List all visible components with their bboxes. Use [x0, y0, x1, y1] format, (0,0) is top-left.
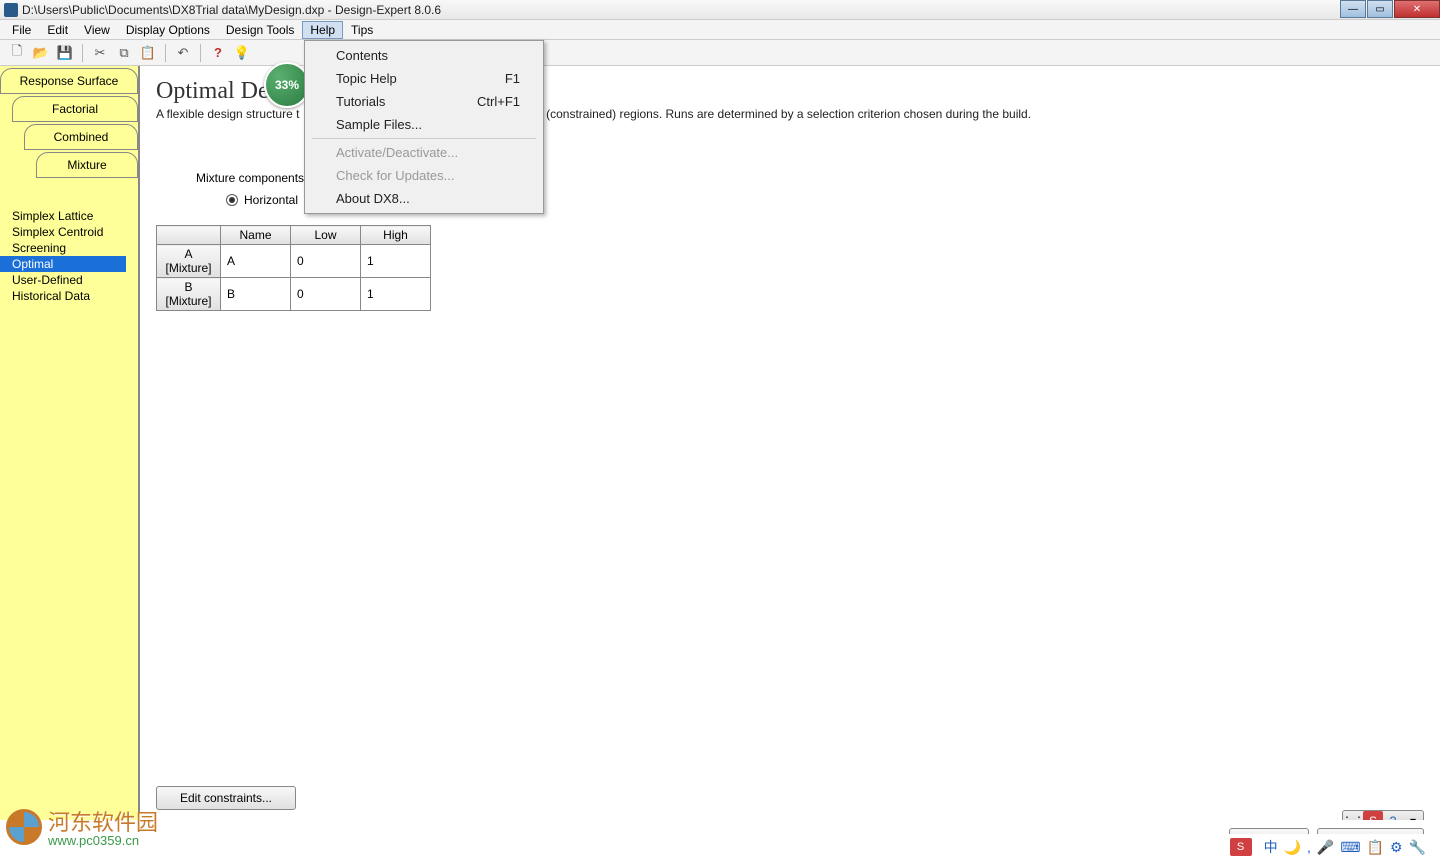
sidebar-tab-factorial[interactable]: Factorial [12, 96, 138, 122]
ime-indicator[interactable]: S [1230, 838, 1252, 856]
undo-icon[interactable]: ↶ [174, 44, 192, 62]
horizontal-radio[interactable] [226, 194, 238, 206]
cell-high[interactable]: 1 [361, 278, 431, 311]
menu-tips[interactable]: Tips [343, 21, 381, 39]
save-icon[interactable]: 💾 [56, 44, 74, 62]
design-type-optimal[interactable]: Optimal [0, 256, 126, 272]
menu-view[interactable]: View [76, 21, 118, 39]
table-header: Low [291, 226, 361, 245]
horizontal-label: Horizontal [244, 193, 298, 207]
content-area: Response SurfaceFactorialCombinedMixture… [0, 66, 1440, 820]
ime-bar: S 中 🌙, 🎤 ⌨ 📋 ⚙ 🔧 [1222, 834, 1440, 860]
help-menu-check-for-updates-: Check for Updates... [308, 164, 540, 187]
cell-name[interactable]: A [221, 245, 291, 278]
ime-item[interactable]: 中 [1264, 839, 1278, 855]
cell-low[interactable]: 0 [291, 245, 361, 278]
design-type-simplex-centroid[interactable]: Simplex Centroid [12, 224, 138, 240]
help-menu-sample-files-[interactable]: Sample Files... [308, 113, 540, 136]
app-icon [4, 3, 18, 17]
help-menu-topic-help[interactable]: Topic HelpF1 [308, 67, 540, 90]
ime-item[interactable]: ⌨ [1340, 839, 1360, 855]
cell-low[interactable]: 0 [291, 278, 361, 311]
toolbar: 🗋 📂 💾 ✂ ⧉ 📋 ↶ ? 💡 [0, 40, 1440, 66]
table-row: B [Mixture]B01 [157, 278, 431, 311]
cut-icon[interactable]: ✂ [91, 44, 109, 62]
table-header: Name [221, 226, 291, 245]
menu-display-options[interactable]: Display Options [118, 21, 218, 39]
menu-separator [312, 138, 536, 139]
ime-item[interactable]: ⚙ [1390, 839, 1403, 855]
menu-help[interactable]: Help [302, 21, 343, 39]
table-header: High [361, 226, 431, 245]
titlebar: D:\Users\Public\Documents\DX8Trial data\… [0, 0, 1440, 20]
menu-edit[interactable]: Edit [39, 21, 76, 39]
separator [200, 44, 201, 62]
help-menu-activate-deactivate-: Activate/Deactivate... [308, 141, 540, 164]
help-icon[interactable]: ? [209, 44, 227, 62]
design-type-user-defined[interactable]: User-Defined [12, 272, 138, 288]
separator [165, 44, 166, 62]
table-header [157, 226, 221, 245]
components-label: Mixture components [196, 171, 304, 185]
design-type-list: Simplex LatticeSimplex CentroidScreening… [0, 208, 138, 304]
menu-design-tools[interactable]: Design Tools [218, 21, 302, 39]
menu-file[interactable]: File [4, 21, 39, 39]
window-controls: — ▭ ✕ [1339, 0, 1440, 18]
new-icon[interactable]: 🗋 [8, 44, 26, 62]
chevron-down-icon[interactable]: ▾ [1403, 811, 1423, 820]
sidebar-tab-mixture[interactable]: Mixture [36, 152, 138, 178]
help-menu-tutorials[interactable]: TutorialsCtrl+F1 [308, 90, 540, 113]
grip-icon[interactable]: ⋮⋮ [1343, 811, 1363, 820]
table-row: A [Mixture]A01 [157, 245, 431, 278]
minimize-button[interactable]: — [1340, 0, 1366, 18]
s-icon[interactable]: S [1363, 811, 1383, 820]
sidebar: Response SurfaceFactorialCombinedMixture… [0, 66, 140, 820]
maximize-button[interactable]: ▭ [1367, 0, 1393, 18]
window-title: D:\Users\Public\Documents\DX8Trial data\… [22, 3, 441, 17]
help-menu-about-dx-[interactable]: About DX8... [308, 187, 540, 210]
row-header: B [Mixture] [157, 278, 221, 311]
open-icon[interactable]: 📂 [32, 44, 50, 62]
mini-toolbar: ⋮⋮ S ? ▾ [1342, 810, 1424, 820]
ime-item[interactable]: 🌙 [1284, 839, 1301, 855]
ime-item[interactable]: 🎤 [1317, 839, 1334, 855]
ime-item[interactable]: , [1307, 839, 1311, 855]
help-mini-icon[interactable]: ? [1383, 811, 1403, 820]
help-menu-dropdown: ContentsTopic HelpF1TutorialsCtrl+F1Samp… [304, 40, 544, 214]
design-type-simplex-lattice[interactable]: Simplex Lattice [12, 208, 138, 224]
sidebar-tab-response-surface[interactable]: Response Surface [0, 68, 138, 94]
row-header: A [Mixture] [157, 245, 221, 278]
ime-item[interactable]: 🔧 [1409, 839, 1426, 855]
cell-name[interactable]: B [221, 278, 291, 311]
ime-item[interactable]: 📋 [1367, 839, 1384, 855]
design-type-screening[interactable]: Screening [12, 240, 138, 256]
copy-icon[interactable]: ⧉ [115, 44, 133, 62]
menubar: FileEditViewDisplay OptionsDesign ToolsH… [0, 20, 1440, 40]
cell-high[interactable]: 1 [361, 245, 431, 278]
design-type-historical-data[interactable]: Historical Data [12, 288, 138, 304]
edit-constraints-button[interactable]: Edit constraints... [156, 786, 296, 810]
help-menu-contents[interactable]: Contents [308, 44, 540, 67]
tips-icon[interactable]: 💡 [233, 44, 251, 62]
close-button[interactable]: ✕ [1394, 0, 1440, 18]
separator [82, 44, 83, 62]
paste-icon[interactable]: 📋 [139, 44, 157, 62]
sidebar-tab-combined[interactable]: Combined [24, 124, 138, 150]
components-table: NameLowHighA [Mixture]A01B [Mixture]B01 [156, 225, 431, 311]
